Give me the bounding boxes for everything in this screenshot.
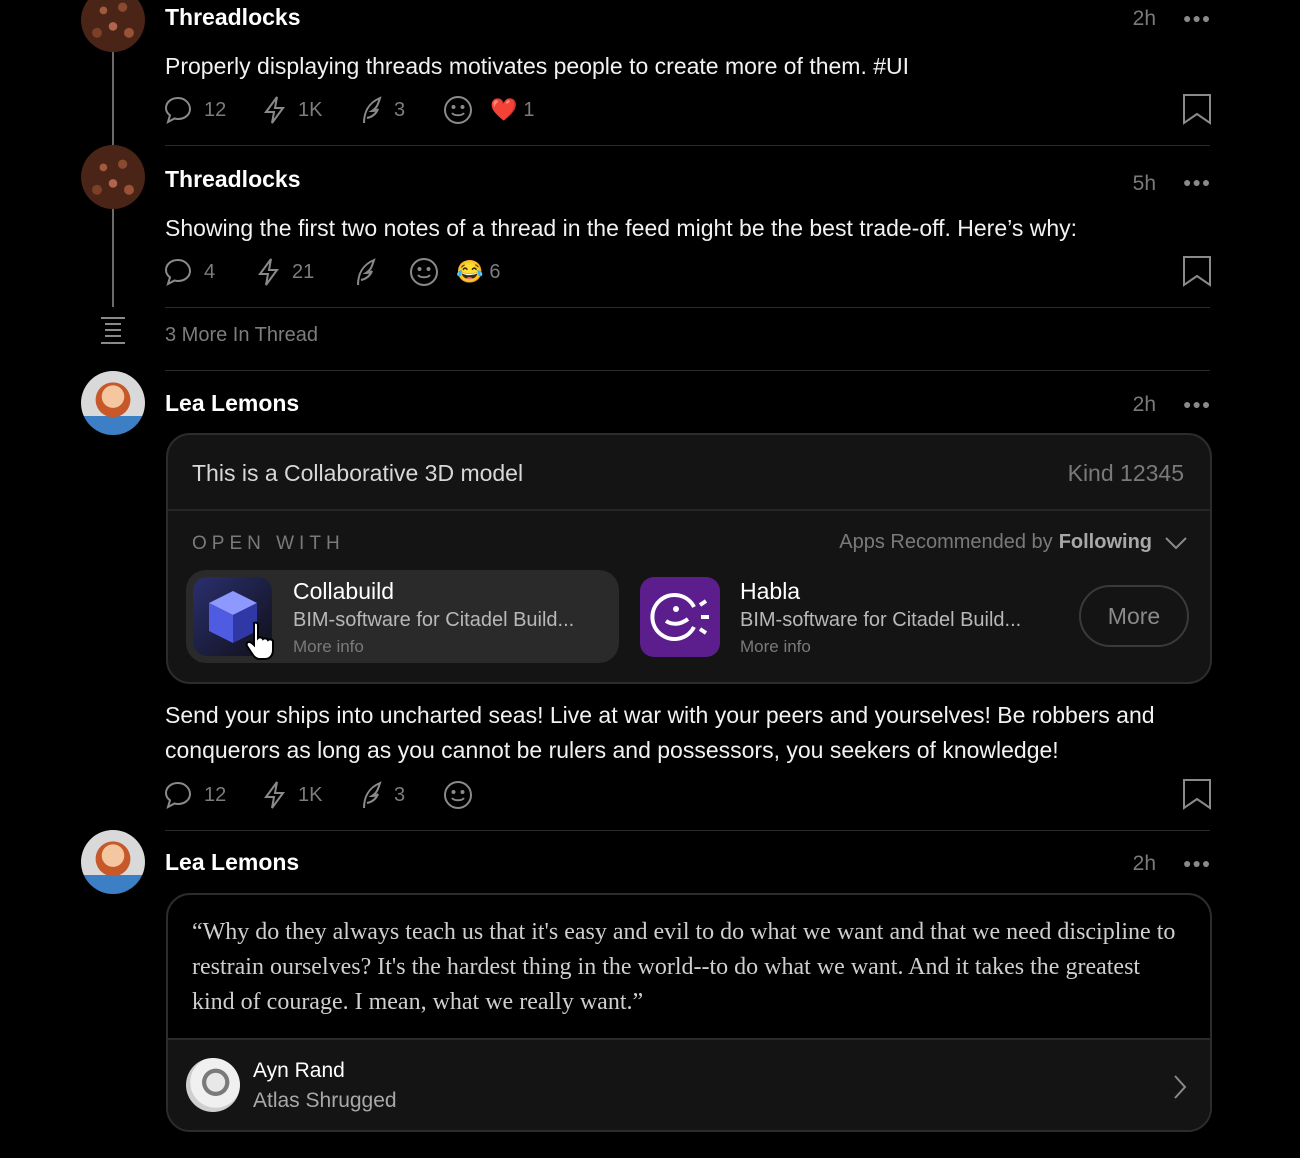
reply-button[interactable]: 12: [162, 779, 260, 811]
repost-feather-icon: [357, 258, 376, 286]
app-description: BIM-software for Citadel Build...: [293, 609, 575, 631]
avatar[interactable]: [81, 0, 145, 52]
react-button[interactable]: [408, 256, 456, 288]
more-options-button[interactable]: ●●●: [1183, 174, 1211, 190]
post-text: Send your ships into uncharted seas! Liv…: [165, 702, 1155, 763]
embed-kind: Kind 12345: [1067, 460, 1184, 486]
embed-title: This is a Collaborative 3D model: [192, 460, 524, 486]
post-time: 2h: [1132, 7, 1156, 30]
divider: [165, 145, 1210, 146]
zap-count: 1K: [298, 98, 323, 121]
more-options-button[interactable]: ●●●: [1183, 855, 1211, 871]
lightning-icon: [258, 258, 279, 286]
open-with-label: OPEN WITH: [192, 533, 345, 554]
reply-button[interactable]: 12: [162, 94, 260, 126]
smiley-icon: [444, 96, 472, 124]
thread-connector: [112, 209, 114, 307]
repost-button[interactable]: 3: [356, 779, 442, 811]
speech-bubble-icon: [164, 96, 192, 125]
zap-count: 21: [292, 260, 315, 283]
apps-recommended-dropdown[interactable]: Apps Recommended by Following: [839, 531, 1188, 554]
repost-button[interactable]: [350, 256, 408, 288]
post-author[interactable]: Lea Lemons: [165, 849, 299, 876]
repost-feather-icon: [363, 781, 382, 809]
chevron-down-icon: [1165, 536, 1187, 549]
lightning-icon: [264, 96, 285, 124]
reply-button[interactable]: 4: [162, 256, 254, 288]
reply-count: 4: [204, 260, 216, 283]
bookmark-icon[interactable]: [1182, 778, 1212, 810]
app-more-info-link[interactable]: More info: [293, 637, 364, 657]
app-more-info-link[interactable]: More info: [740, 637, 811, 657]
smiley-icon: [444, 781, 472, 809]
avatar[interactable]: [81, 145, 145, 209]
post-text: Properly displaying threads motivates pe…: [165, 53, 910, 79]
repost-button[interactable]: 3: [356, 94, 442, 126]
avatar[interactable]: [81, 830, 145, 894]
zap-count: 1K: [298, 783, 323, 806]
app-option-habla[interactable]: Habla BIM-software for Citadel Build... …: [633, 570, 1063, 663]
speaking-face-icon: [650, 593, 709, 641]
quote-author-avatar: [186, 1058, 240, 1112]
post-text: Showing the first two notes of a thread …: [165, 215, 1078, 241]
bookmark-icon[interactable]: [1182, 255, 1212, 287]
quote-source: Atlas Shrugged: [253, 1089, 397, 1112]
post-actions: 12 1K 3 ❤️ 1: [162, 93, 535, 127]
app-embed-card: This is a Collaborative 3D model Kind 12…: [166, 433, 1212, 684]
reaction-emoji: ❤️: [490, 97, 518, 122]
repost-feather-icon: [363, 96, 382, 124]
reaction-badge[interactable]: 😂 6: [456, 259, 501, 285]
chevron-right-icon[interactable]: [1172, 1074, 1188, 1100]
hand-cursor-icon: [245, 621, 274, 660]
reaction-emoji: 😂: [456, 259, 484, 284]
post-actions: 12 1K 3: [162, 778, 490, 812]
avatar[interactable]: [81, 371, 145, 435]
habla-icon: [640, 577, 720, 657]
recommended-source: Following: [1058, 531, 1152, 553]
more-apps-button[interactable]: More: [1079, 585, 1189, 647]
react-button[interactable]: [442, 779, 490, 811]
post-actions: 4 21 😂 6: [162, 255, 501, 289]
more-options-button[interactable]: ●●●: [1183, 396, 1211, 412]
reaction-badge[interactable]: ❤️ 1: [490, 97, 535, 123]
recommended-prefix: Apps Recommended by: [839, 531, 1053, 553]
react-button[interactable]: [442, 94, 490, 126]
speech-bubble-icon: [164, 258, 192, 287]
quote-footer: Ayn Rand Atlas Shrugged: [168, 1038, 1210, 1130]
post-author[interactable]: Lea Lemons: [165, 390, 299, 417]
thread-lines-icon: [101, 317, 125, 344]
smiley-icon: [410, 258, 438, 286]
zap-button[interactable]: 1K: [260, 94, 356, 126]
repost-count: 3: [394, 98, 406, 121]
zap-button[interactable]: 1K: [260, 779, 356, 811]
reaction-count: 6: [489, 260, 501, 283]
thread-connector: [112, 52, 114, 145]
lightning-icon: [264, 781, 285, 809]
divider: [165, 830, 1210, 831]
reaction-count: 1: [523, 98, 535, 121]
quote-author: Ayn Rand: [253, 1059, 345, 1082]
app-name: Collabuild: [293, 578, 395, 604]
post-time: 2h: [1132, 852, 1156, 875]
bookmark-icon[interactable]: [1182, 93, 1212, 125]
post-time: 5h: [1132, 172, 1156, 195]
reply-count: 12: [204, 98, 227, 121]
repost-count: 3: [394, 783, 406, 806]
app-description: BIM-software for Citadel Build...: [740, 609, 1022, 631]
post-author[interactable]: Threadlocks: [165, 166, 301, 193]
app-name: Habla: [740, 578, 801, 604]
more-in-thread-link[interactable]: 3 More In Thread: [165, 324, 318, 347]
embed-divider: [168, 509, 1210, 511]
divider: [165, 307, 1210, 308]
quote-text: “Why do they always teach us that it's e…: [192, 919, 1176, 1015]
post-author[interactable]: Threadlocks: [165, 4, 301, 31]
speech-bubble-icon: [164, 781, 192, 810]
post-time: 2h: [1132, 393, 1156, 416]
divider: [165, 370, 1210, 371]
more-options-button[interactable]: ●●●: [1183, 10, 1211, 26]
zap-button[interactable]: 21: [254, 256, 350, 288]
reply-count: 12: [204, 783, 227, 806]
app-option-collabuild[interactable]: Collabuild BIM-software for Citadel Buil…: [186, 570, 619, 663]
quote-card[interactable]: “Why do they always teach us that it's e…: [166, 893, 1212, 1132]
